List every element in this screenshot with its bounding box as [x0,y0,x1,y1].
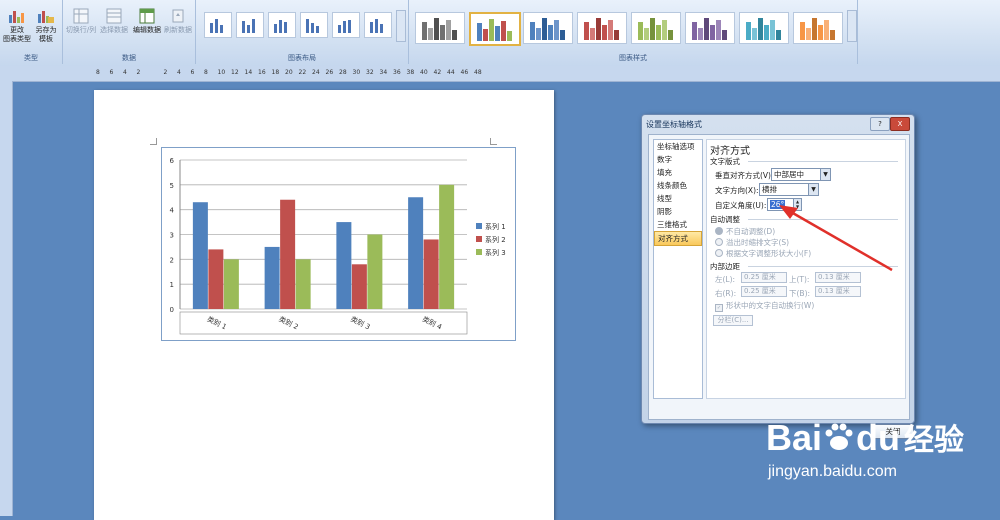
baidu-logo: Bai du 经验 [766,420,964,459]
logo-text-jingyan: 经验 [904,424,965,457]
watermark-url: jingyan.baidu.com [768,463,897,480]
logo-text-du: du [856,417,901,458]
baidu-watermark: Bai du 经验 jingyan.baidu.com [766,420,964,481]
logo-text-bai: Bai [766,417,823,458]
paw-icon [825,423,853,450]
